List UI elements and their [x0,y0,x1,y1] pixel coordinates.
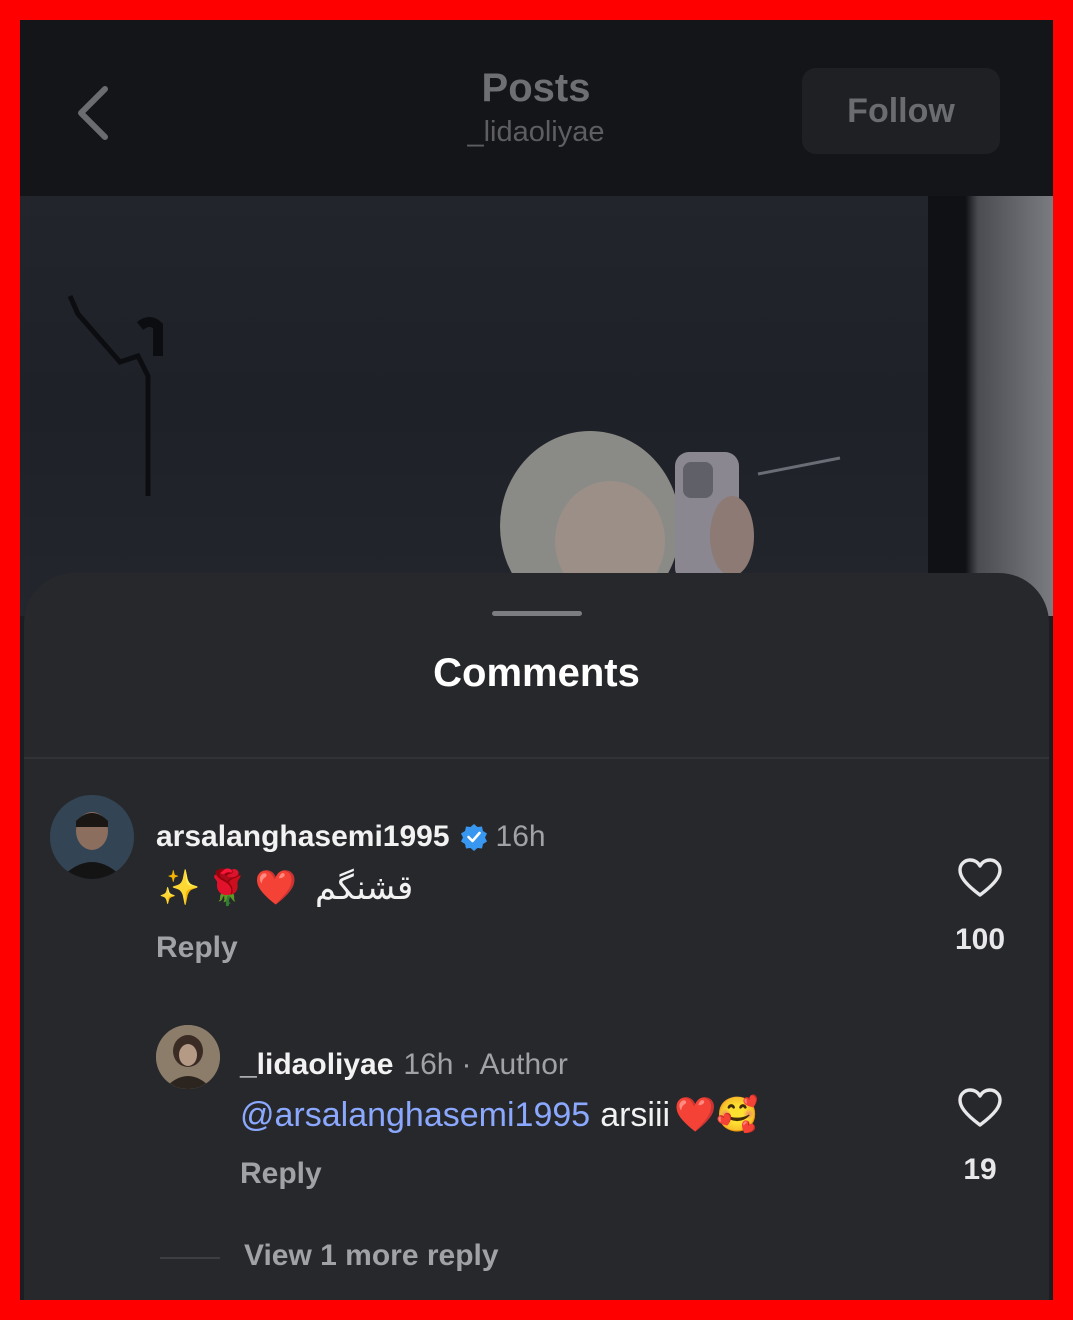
sheet-divider [24,757,1049,759]
sheet-grabber[interactable] [492,611,582,616]
reply-emojis: ❤️🥰 [674,1096,759,1134]
comment-username[interactable]: arsalanghasemi1995 [156,820,450,854]
post-photo[interactable] [20,196,1053,616]
comments-sheet: Comments arsalanghasemi1995 16h ✨🌹❤️ قشن… [24,573,1049,1300]
sheet-title: Comments [433,651,640,695]
app-screen: Posts _lidaoliyae Follow Comments arsala… [20,20,1053,1300]
comment-emojis: ✨🌹❤️ [158,869,304,907]
reply-avatar[interactable] [156,1025,220,1089]
reply-button[interactable]: Reply [156,931,238,965]
comment-header: arsalanghasemi1995 16h [156,817,546,857]
author-label: Author [479,1048,568,1081]
avatar-image [50,795,134,879]
like-count: 100 [954,923,1006,956]
page-subtitle: _lidaoliyae [467,116,605,148]
follow-button[interactable]: Follow [802,68,1000,154]
reply-avatar-image [156,1025,220,1089]
back-button[interactable] [68,78,118,148]
reply-body: @arsalanghasemi1995 arsiii ❤️🥰 [240,1091,759,1139]
heart-icon[interactable] [958,1088,1002,1128]
comment-text: قشنگم [315,869,414,907]
comment-time: 16h [495,820,546,853]
reply-text: arsiii [600,1095,671,1134]
header-titles: Posts _lidaoliyae [336,64,736,152]
view-more-replies[interactable]: View 1 more reply [244,1239,499,1273]
top-bar: Posts _lidaoliyae Follow [20,20,1053,196]
reply-reply-button[interactable]: Reply [240,1157,322,1191]
mirror-frame [928,196,1053,616]
page-title: Posts [481,66,591,110]
view-more-line [160,1257,220,1259]
comment-body: ✨🌹❤️ قشنگم [158,865,413,911]
heart-icon[interactable] [958,858,1002,898]
reply-mention[interactable]: @arsalanghasemi1995 [240,1096,590,1135]
reply-header: _lidaoliyae 16h · Author [240,1045,568,1085]
avatar[interactable] [50,795,134,879]
back-chevron-icon [78,86,108,140]
reply-time: 16h [403,1048,454,1081]
verified-badge-icon [460,824,487,851]
reply-like-count: 19 [963,1153,997,1186]
reply-separator: · [461,1048,472,1081]
reply-username[interactable]: _lidaoliyae [240,1048,393,1082]
photo-illustration [67,294,841,616]
